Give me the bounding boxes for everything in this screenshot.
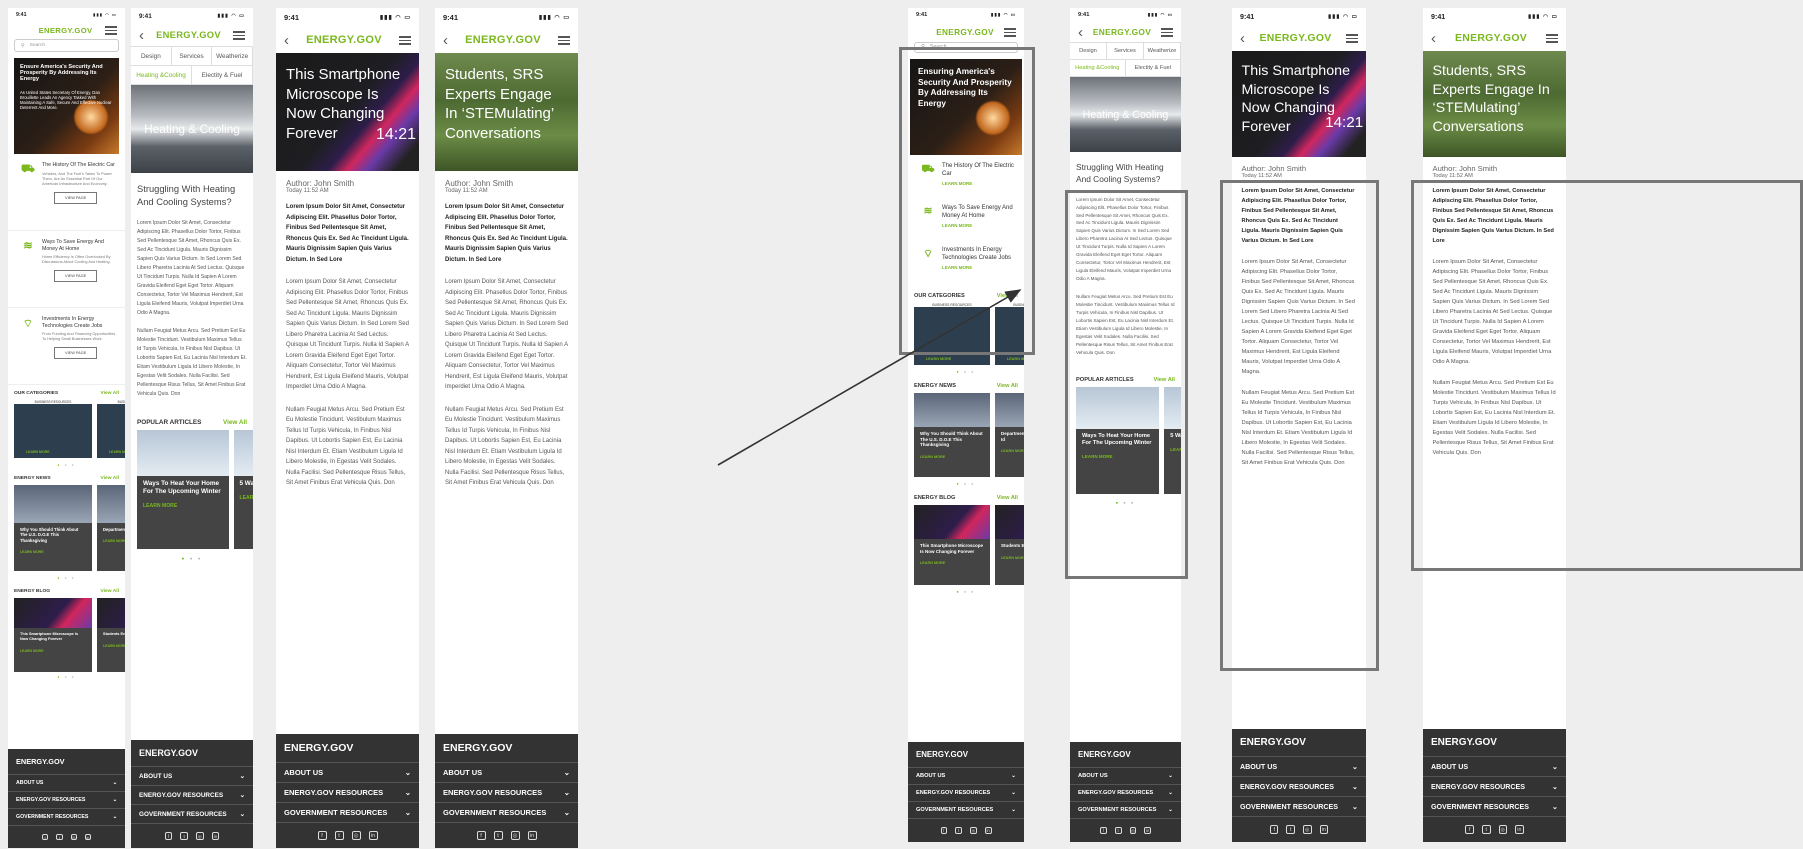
- flow-arrow: [717, 289, 1022, 466]
